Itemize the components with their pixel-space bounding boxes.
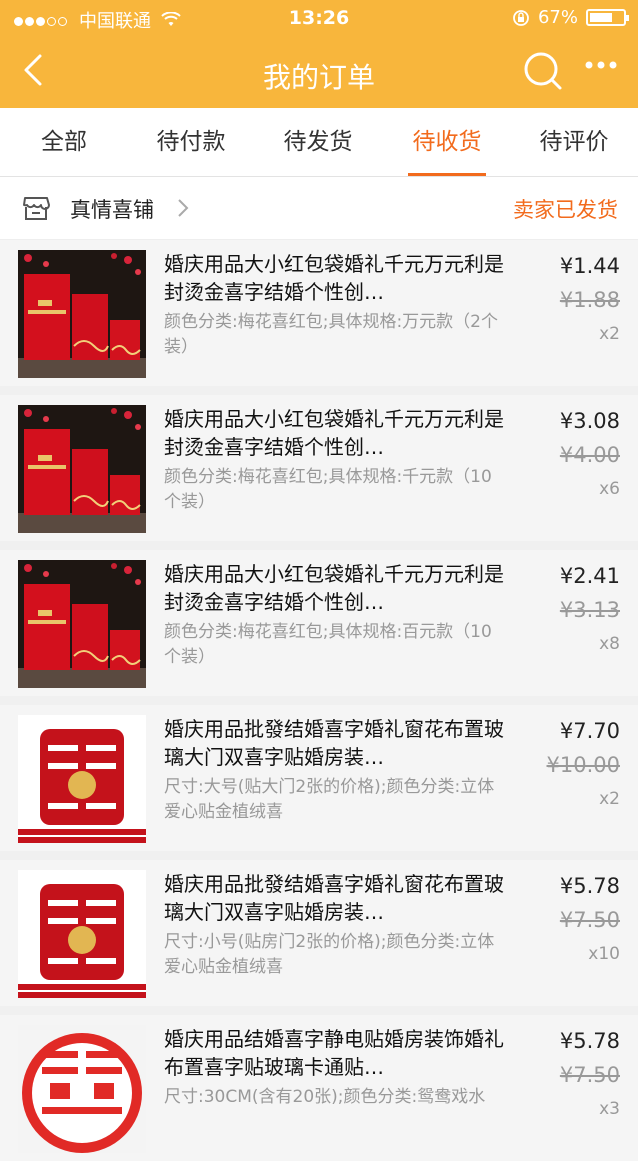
order-item[interactable]: 婚庆用品批發结婚喜字婚礼窗花布置玻璃大门双喜字贴婚房装… 尺寸:小号(贴房门2张的… xyxy=(0,860,638,1006)
store-icon xyxy=(23,197,50,220)
shop-name[interactable]: 真情喜铺 xyxy=(70,194,154,224)
app-header: 中国联通 13:26 67% 我的订单 xyxy=(0,0,638,108)
product-spec: 尺寸:小号(贴房门2张的价格);颜色分类:立体爱心贴金植绒喜 xyxy=(164,932,495,977)
product-quantity: x2 xyxy=(599,324,620,344)
order-item[interactable]: 婚庆用品大小红包袋婚礼千元万元利是封烫金喜字结婚个性创… 颜色分类:梅花喜红包;具… xyxy=(0,240,638,386)
tab-pending-review[interactable]: 待评价 xyxy=(518,108,630,176)
tab-pending-payment[interactable]: 待付款 xyxy=(135,108,247,176)
product-title[interactable]: 婚庆用品批發结婚喜字婚礼窗花布置玻璃大门双喜字贴婚房装… xyxy=(164,870,504,926)
search-icon[interactable] xyxy=(522,50,564,92)
order-item[interactable]: 婚庆用品大小红包袋婚礼千元万元利是封烫金喜字结婚个性创… 颜色分类:梅花喜红包;具… xyxy=(0,395,638,541)
product-thumbnail[interactable] xyxy=(18,405,146,533)
tab-all[interactable]: 全部 xyxy=(8,108,120,176)
product-image xyxy=(18,405,146,533)
product-spec: 颜色分类:梅花喜红包;具体规格:万元款（2个装） xyxy=(164,312,498,357)
original-price: ¥7.50 xyxy=(559,908,620,932)
product-image xyxy=(18,560,146,688)
product-image xyxy=(18,870,146,998)
product-thumbnail[interactable] xyxy=(18,870,146,998)
product-quantity: x8 xyxy=(599,634,620,654)
product-thumbnail[interactable] xyxy=(18,715,146,843)
shop-header[interactable]: 真情喜铺 卖家已发货 xyxy=(0,177,638,240)
original-price: ¥7.50 xyxy=(559,1063,620,1087)
product-image xyxy=(18,715,146,843)
product-title[interactable]: 婚庆用品批發结婚喜字婚礼窗花布置玻璃大门双喜字贴婚房装… xyxy=(164,715,504,771)
product-price: ¥5.78 xyxy=(559,874,620,898)
product-image xyxy=(18,250,146,378)
product-spec: 尺寸:大号(贴大门2张的价格);颜色分类:立体爱心贴金植绒喜 xyxy=(164,777,495,822)
product-spec: 颜色分类:梅花喜红包;具体规格:百元款（10个装） xyxy=(164,622,492,667)
product-quantity: x10 xyxy=(588,944,620,964)
order-item[interactable]: 婚庆用品结婚喜字静电贴婚房装饰婚礼布置喜字贴玻璃卡通贴… 尺寸:30CM(含有20… xyxy=(0,1015,638,1161)
product-title[interactable]: 婚庆用品大小红包袋婚礼千元万元利是封烫金喜字结婚个性创… xyxy=(164,405,504,461)
order-tabs: 全部 待付款 待发货 待收货 待评价 xyxy=(0,108,638,177)
product-spec: 颜色分类:梅花喜红包;具体规格:千元款（10个装） xyxy=(164,467,492,512)
product-price: ¥3.08 xyxy=(559,409,620,433)
product-title[interactable]: 婚庆用品大小红包袋婚礼千元万元利是封烫金喜字结婚个性创… xyxy=(164,250,504,306)
more-icon[interactable] xyxy=(584,58,618,72)
chevron-right-icon xyxy=(178,199,189,217)
product-thumbnail[interactable] xyxy=(18,1025,146,1153)
product-title[interactable]: 婚庆用品结婚喜字静电贴婚房装饰婚礼布置喜字贴玻璃卡通贴… xyxy=(164,1025,504,1081)
order-item[interactable]: 婚庆用品批發结婚喜字婚礼窗花布置玻璃大门双喜字贴婚房装… 尺寸:大号(贴大门2张的… xyxy=(0,705,638,851)
order-item[interactable]: 婚庆用品大小红包袋婚礼千元万元利是封烫金喜字结婚个性创… 颜色分类:梅花喜红包;具… xyxy=(0,550,638,696)
original-price: ¥4.00 xyxy=(559,443,620,467)
rotation-lock-icon xyxy=(513,9,529,26)
product-thumbnail[interactable] xyxy=(18,250,146,378)
product-spec: 尺寸:30CM(含有20张);颜色分类:鸳鸯戏水 xyxy=(164,1087,486,1107)
product-thumbnail[interactable] xyxy=(18,560,146,688)
original-price: ¥10.00 xyxy=(546,753,620,777)
nav-bar: 我的订单 xyxy=(0,36,638,108)
product-price: ¥7.70 xyxy=(559,719,620,743)
original-price: ¥1.88 xyxy=(559,288,620,312)
battery-icon xyxy=(586,9,629,26)
product-quantity: x2 xyxy=(599,789,620,809)
product-price: ¥1.44 xyxy=(559,254,620,278)
product-price: ¥2.41 xyxy=(559,564,620,588)
product-price: ¥5.78 xyxy=(559,1029,620,1053)
product-quantity: x3 xyxy=(599,1099,620,1119)
original-price: ¥3.13 xyxy=(559,598,620,622)
product-image xyxy=(18,1025,146,1153)
status-bar: 中国联通 13:26 67% xyxy=(0,0,638,36)
tab-pending-shipment[interactable]: 待发货 xyxy=(262,108,374,176)
shipping-status: 卖家已发货 xyxy=(513,198,618,222)
tab-pending-receipt[interactable]: 待收货 xyxy=(408,108,486,176)
battery-percent: 67% xyxy=(537,7,578,28)
product-quantity: x6 xyxy=(599,479,620,499)
product-title[interactable]: 婚庆用品大小红包袋婚礼千元万元利是封烫金喜字结婚个性创… xyxy=(164,560,504,616)
